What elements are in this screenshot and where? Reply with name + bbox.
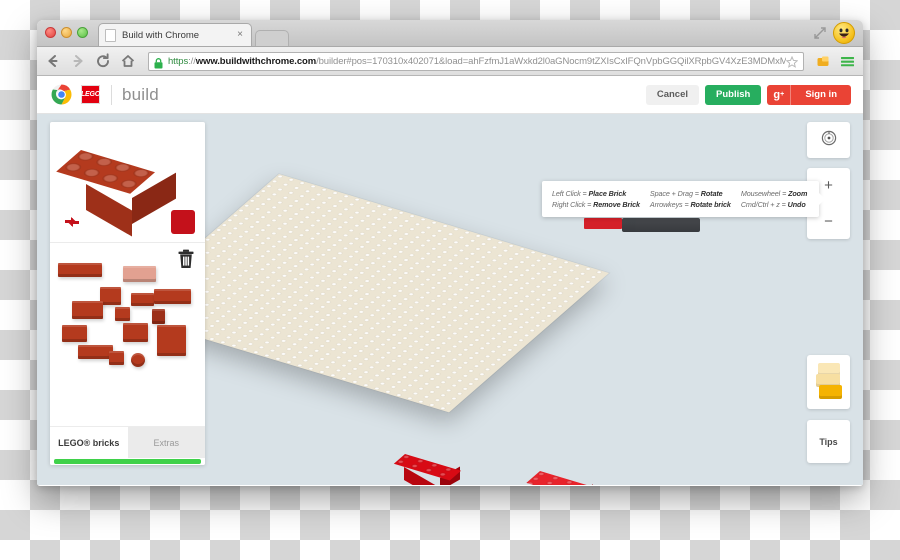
back-arrow-icon[interactable] (45, 53, 61, 69)
browser-window: Build with Chrome × https://www.buildwit… (37, 20, 863, 486)
new-tab-button[interactable] (255, 30, 289, 46)
url-separator: :// (188, 55, 196, 67)
tips-column-2: Space + Drag = Rotate Arrowkeys = Rotate… (650, 189, 731, 209)
placed-red-brick-2[interactable] (526, 471, 593, 485)
tab-lego-bricks[interactable]: LEGO® bricks (50, 427, 128, 458)
palette-brick-1x1b[interactable] (109, 351, 124, 365)
lock-icon (154, 56, 163, 68)
color-swatch-red[interactable] (171, 210, 195, 234)
placed-red-brick-1[interactable] (393, 454, 461, 485)
expand-window-icon[interactable] (813, 26, 827, 40)
browser-tab[interactable]: Build with Chrome × (98, 23, 252, 46)
close-icon[interactable]: × (235, 30, 245, 40)
maximize-window-button[interactable] (77, 27, 88, 38)
reload-icon[interactable] (95, 53, 111, 69)
palette-wedge[interactable] (62, 325, 87, 342)
tip-right-click: Right Click = Remove Brick (552, 200, 640, 209)
lego-logo-icon: LEGO (80, 84, 101, 105)
trash-icon[interactable] (175, 247, 197, 271)
brick-picker-panel: LEGO® bricks Extras (50, 122, 205, 465)
palette-slope-2x4[interactable] (72, 301, 103, 319)
palette-brick-1x1[interactable] (115, 307, 130, 321)
palette-brick-1x2[interactable] (152, 309, 165, 324)
tips-column-1: Left Click = Place Brick Right Click = R… (552, 189, 640, 209)
tips-popover: Left Click = Place Brick Right Click = R… (542, 181, 825, 217)
tab-strip: Build with Chrome × (37, 20, 863, 47)
google-plus-icon[interactable]: g + (767, 84, 792, 105)
url-path: /builder#pos=170310x402071&load=ahFzfmJ1… (316, 55, 786, 67)
brick-palette (50, 243, 205, 426)
tips-button[interactable]: Tips (807, 420, 850, 463)
palette-brick-1x6b[interactable] (154, 289, 191, 304)
address-bar[interactable]: https://www.buildwithchrome.com/builder#… (148, 51, 804, 71)
tip-space-drag: Space + Drag = Rotate (649, 189, 723, 198)
lego-logo-text: LEGO (80, 91, 101, 98)
palette-brick-2x2[interactable] (100, 287, 121, 305)
tab-favicon-icon (105, 28, 116, 42)
brick-top-face (526, 471, 592, 485)
palette-brick-1x4[interactable] (78, 345, 113, 359)
publish-button[interactable]: Publish (705, 84, 762, 105)
tip-mousewheel: Mousewheel = Zoom (740, 189, 808, 198)
bookmark-star-icon[interactable] (785, 55, 799, 68)
palette-plate-2x4[interactable] (157, 325, 186, 356)
tab-title: Build with Chrome (122, 29, 200, 41)
lego-build-app: LEGO build Cancel Publish g + Sign in LE… (37, 76, 863, 485)
cancel-button[interactable]: Cancel (645, 84, 700, 105)
sign-in-button[interactable]: Sign in (791, 84, 851, 105)
reset-view-button[interactable] (807, 122, 850, 158)
palette-brick-1x6[interactable] (58, 263, 102, 277)
chrome-menu-icon[interactable] (840, 54, 855, 69)
url-host: www.buildwithchrome.com (195, 55, 317, 67)
brick-preview-pane (50, 122, 205, 243)
brick-supply-progress (50, 458, 205, 465)
window-traffic-lights (45, 27, 88, 38)
tip-arrowkeys: Arrowkeys = Rotate brick (649, 200, 731, 209)
sign-in-group[interactable]: g + Sign in (767, 84, 851, 105)
palette-brick-2x4-light[interactable] (123, 266, 156, 282)
home-icon[interactable] (120, 53, 136, 69)
preview-brick-top (55, 150, 155, 194)
url-text: https://www.buildwithchrome.com/builder#… (168, 56, 786, 67)
red-2x4-brick-preview[interactable] (55, 150, 176, 237)
palette-tabs: LEGO® bricks Extras (50, 426, 205, 458)
chrome-logo-icon (51, 84, 72, 105)
close-window-button[interactable] (45, 27, 56, 38)
browser-toolbar: https://www.buildwithchrome.com/builder#… (37, 47, 863, 76)
forward-arrow-icon[interactable] (70, 53, 86, 69)
brick-stack-button[interactable] (807, 355, 850, 409)
page-title: build (122, 84, 159, 104)
keyboard-artifact (584, 218, 700, 232)
build-canvas[interactable]: LEGO® bricks Extras + − Tips Left Click … (37, 114, 863, 485)
palette-plate-2x2[interactable] (123, 323, 148, 342)
app-header: LEGO build Cancel Publish g + Sign in (37, 76, 863, 114)
tab-extras[interactable]: Extras (127, 427, 205, 458)
tip-undo: Cmd/Ctrl + z = Undo (740, 200, 806, 209)
tip-left-click: Left Click = Place Brick (552, 189, 627, 198)
smiley-face-icon[interactable] (833, 22, 855, 44)
header-divider (111, 84, 112, 105)
reset-view-icon (820, 129, 838, 152)
brick-stack-icon (815, 363, 843, 401)
tips-column-3: Mousewheel = Zoom Cmd/Ctrl + z = Undo (740, 189, 808, 209)
extension-icon-yellow[interactable] (816, 54, 831, 69)
progress-fill (54, 459, 201, 464)
palette-brick-grid (50, 257, 205, 409)
palette-round-1x1[interactable] (131, 353, 145, 367)
minimize-window-button[interactable] (61, 27, 72, 38)
rotate-arrows-icon[interactable] (59, 210, 85, 234)
url-scheme: https (168, 55, 189, 67)
palette-brick-1x3[interactable] (131, 293, 154, 306)
